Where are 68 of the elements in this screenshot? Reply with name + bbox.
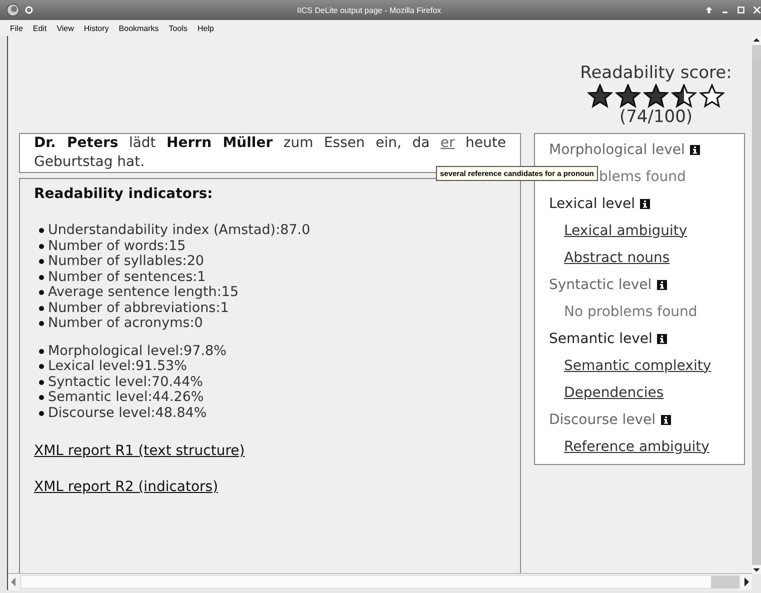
indicator-text: Number of words:15 xyxy=(48,238,186,254)
indicator-text: Morphological level:97.8% xyxy=(48,344,226,359)
browser-icon[interactable] xyxy=(6,3,20,17)
menu-item[interactable]: Tools xyxy=(168,24,188,32)
status-text: No problems found xyxy=(564,304,698,320)
problem-link[interactable]: Dependencies xyxy=(564,384,664,400)
problem-link[interactable]: Semantic complexity xyxy=(564,358,712,374)
report-link[interactable]: XML report R1 (text structure) xyxy=(34,443,245,459)
indicator-text: Syntactic level:70.44% xyxy=(48,374,203,390)
bullet-icon xyxy=(39,228,44,234)
bullet-icon xyxy=(39,395,44,400)
bullet-icon xyxy=(39,380,44,385)
vertical-scrollbar[interactable] xyxy=(752,36,761,574)
star-icon xyxy=(586,84,614,108)
indicator-text: Number of syllables:20 xyxy=(48,254,204,270)
problem-link[interactable]: Lexical ambiguity xyxy=(564,222,688,238)
menu-item[interactable]: History xyxy=(84,24,109,32)
indicator-text: Average sentence length:15 xyxy=(48,285,239,300)
menu-item[interactable]: Help xyxy=(197,24,214,32)
star-icon xyxy=(642,84,670,108)
level-heading: Morphological level xyxy=(549,142,685,158)
level-heading: Lexical level xyxy=(549,196,636,212)
star-icon xyxy=(614,84,642,108)
level-heading: Semantic level xyxy=(549,330,652,346)
menu-item[interactable]: Bookmarks xyxy=(118,24,159,32)
bullet-icon xyxy=(39,410,44,416)
info-icon[interactable] xyxy=(660,414,671,424)
score-value: (74/100) xyxy=(619,108,693,126)
problem-link[interactable]: Abstract nouns xyxy=(564,250,670,266)
horizontal-scrollbar[interactable] xyxy=(8,573,752,590)
bullet-icon xyxy=(39,364,44,370)
bullet-icon xyxy=(39,321,44,326)
up-arrow-icon[interactable] xyxy=(752,36,761,45)
scroll-thumb[interactable] xyxy=(711,576,739,588)
level-heading: Syntactic level xyxy=(549,276,652,292)
indicator-text: Discourse level:48.84% xyxy=(48,406,207,421)
circle-icon[interactable] xyxy=(25,6,33,14)
indicator-text: Understandability index (Amstad):87.0 xyxy=(48,223,310,238)
indicator-text: Number of sentences:1 xyxy=(48,270,206,285)
bullet-icon xyxy=(39,306,44,311)
problem-link[interactable]: Reference ambiguity xyxy=(564,438,710,454)
bullet-icon xyxy=(39,348,44,354)
status-text: blems found xyxy=(599,168,686,184)
info-icon[interactable] xyxy=(656,280,667,290)
score-title: Readability score: xyxy=(580,63,732,83)
bullet-icon xyxy=(39,290,44,296)
menu-item[interactable]: Edit xyxy=(32,24,47,32)
down-arrow-icon[interactable] xyxy=(752,565,761,574)
bullet-icon xyxy=(39,259,44,264)
indicator-text: Lexical level:91.53% xyxy=(48,359,187,374)
star-icon xyxy=(670,84,698,108)
indicators-heading: Readability indicators: xyxy=(34,185,214,203)
close-icon[interactable] xyxy=(753,6,761,14)
maximize-icon[interactable] xyxy=(737,6,745,14)
indicator-text: Number of abbreviations:1 xyxy=(48,300,229,316)
info-icon[interactable] xyxy=(690,144,700,154)
info-icon[interactable] xyxy=(640,198,650,208)
bullet-icon xyxy=(39,274,44,280)
window-title: IICS DeLite output page - Mozilla Firefox xyxy=(296,6,442,14)
info-icon[interactable] xyxy=(657,334,668,344)
bullet-icon xyxy=(39,244,44,249)
report-link[interactable]: XML report R2 (indicators) xyxy=(34,479,218,495)
indicator-text: Number of acronyms:0 xyxy=(48,316,203,332)
level-heading: Discourse level xyxy=(549,412,656,428)
menu-item[interactable]: View xyxy=(56,24,74,32)
indicator-text: Semantic level:44.26% xyxy=(48,390,204,406)
menu-item[interactable]: File xyxy=(10,24,23,32)
pronoun-link[interactable]: er xyxy=(440,135,455,151)
